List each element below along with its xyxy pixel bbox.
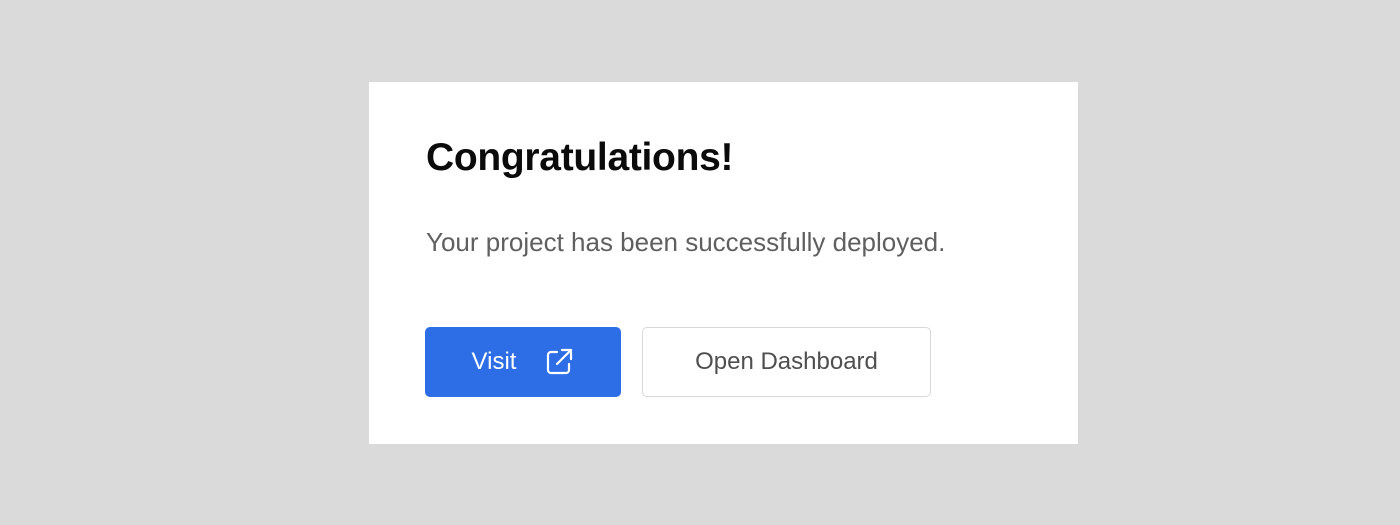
dialog-message: Your project has been successfully deplo… — [426, 227, 946, 257]
dialog-title: Congratulations! — [426, 136, 734, 179]
success-dialog: Congratulations! Your project has been s… — [369, 82, 1078, 444]
visit-button[interactable]: Visit — [425, 327, 621, 397]
visit-button-label: Visit — [471, 348, 517, 375]
open-dashboard-button[interactable]: Open Dashboard — [642, 327, 931, 397]
external-link-icon — [544, 347, 574, 377]
open-dashboard-button-label: Open Dashboard — [695, 348, 878, 375]
